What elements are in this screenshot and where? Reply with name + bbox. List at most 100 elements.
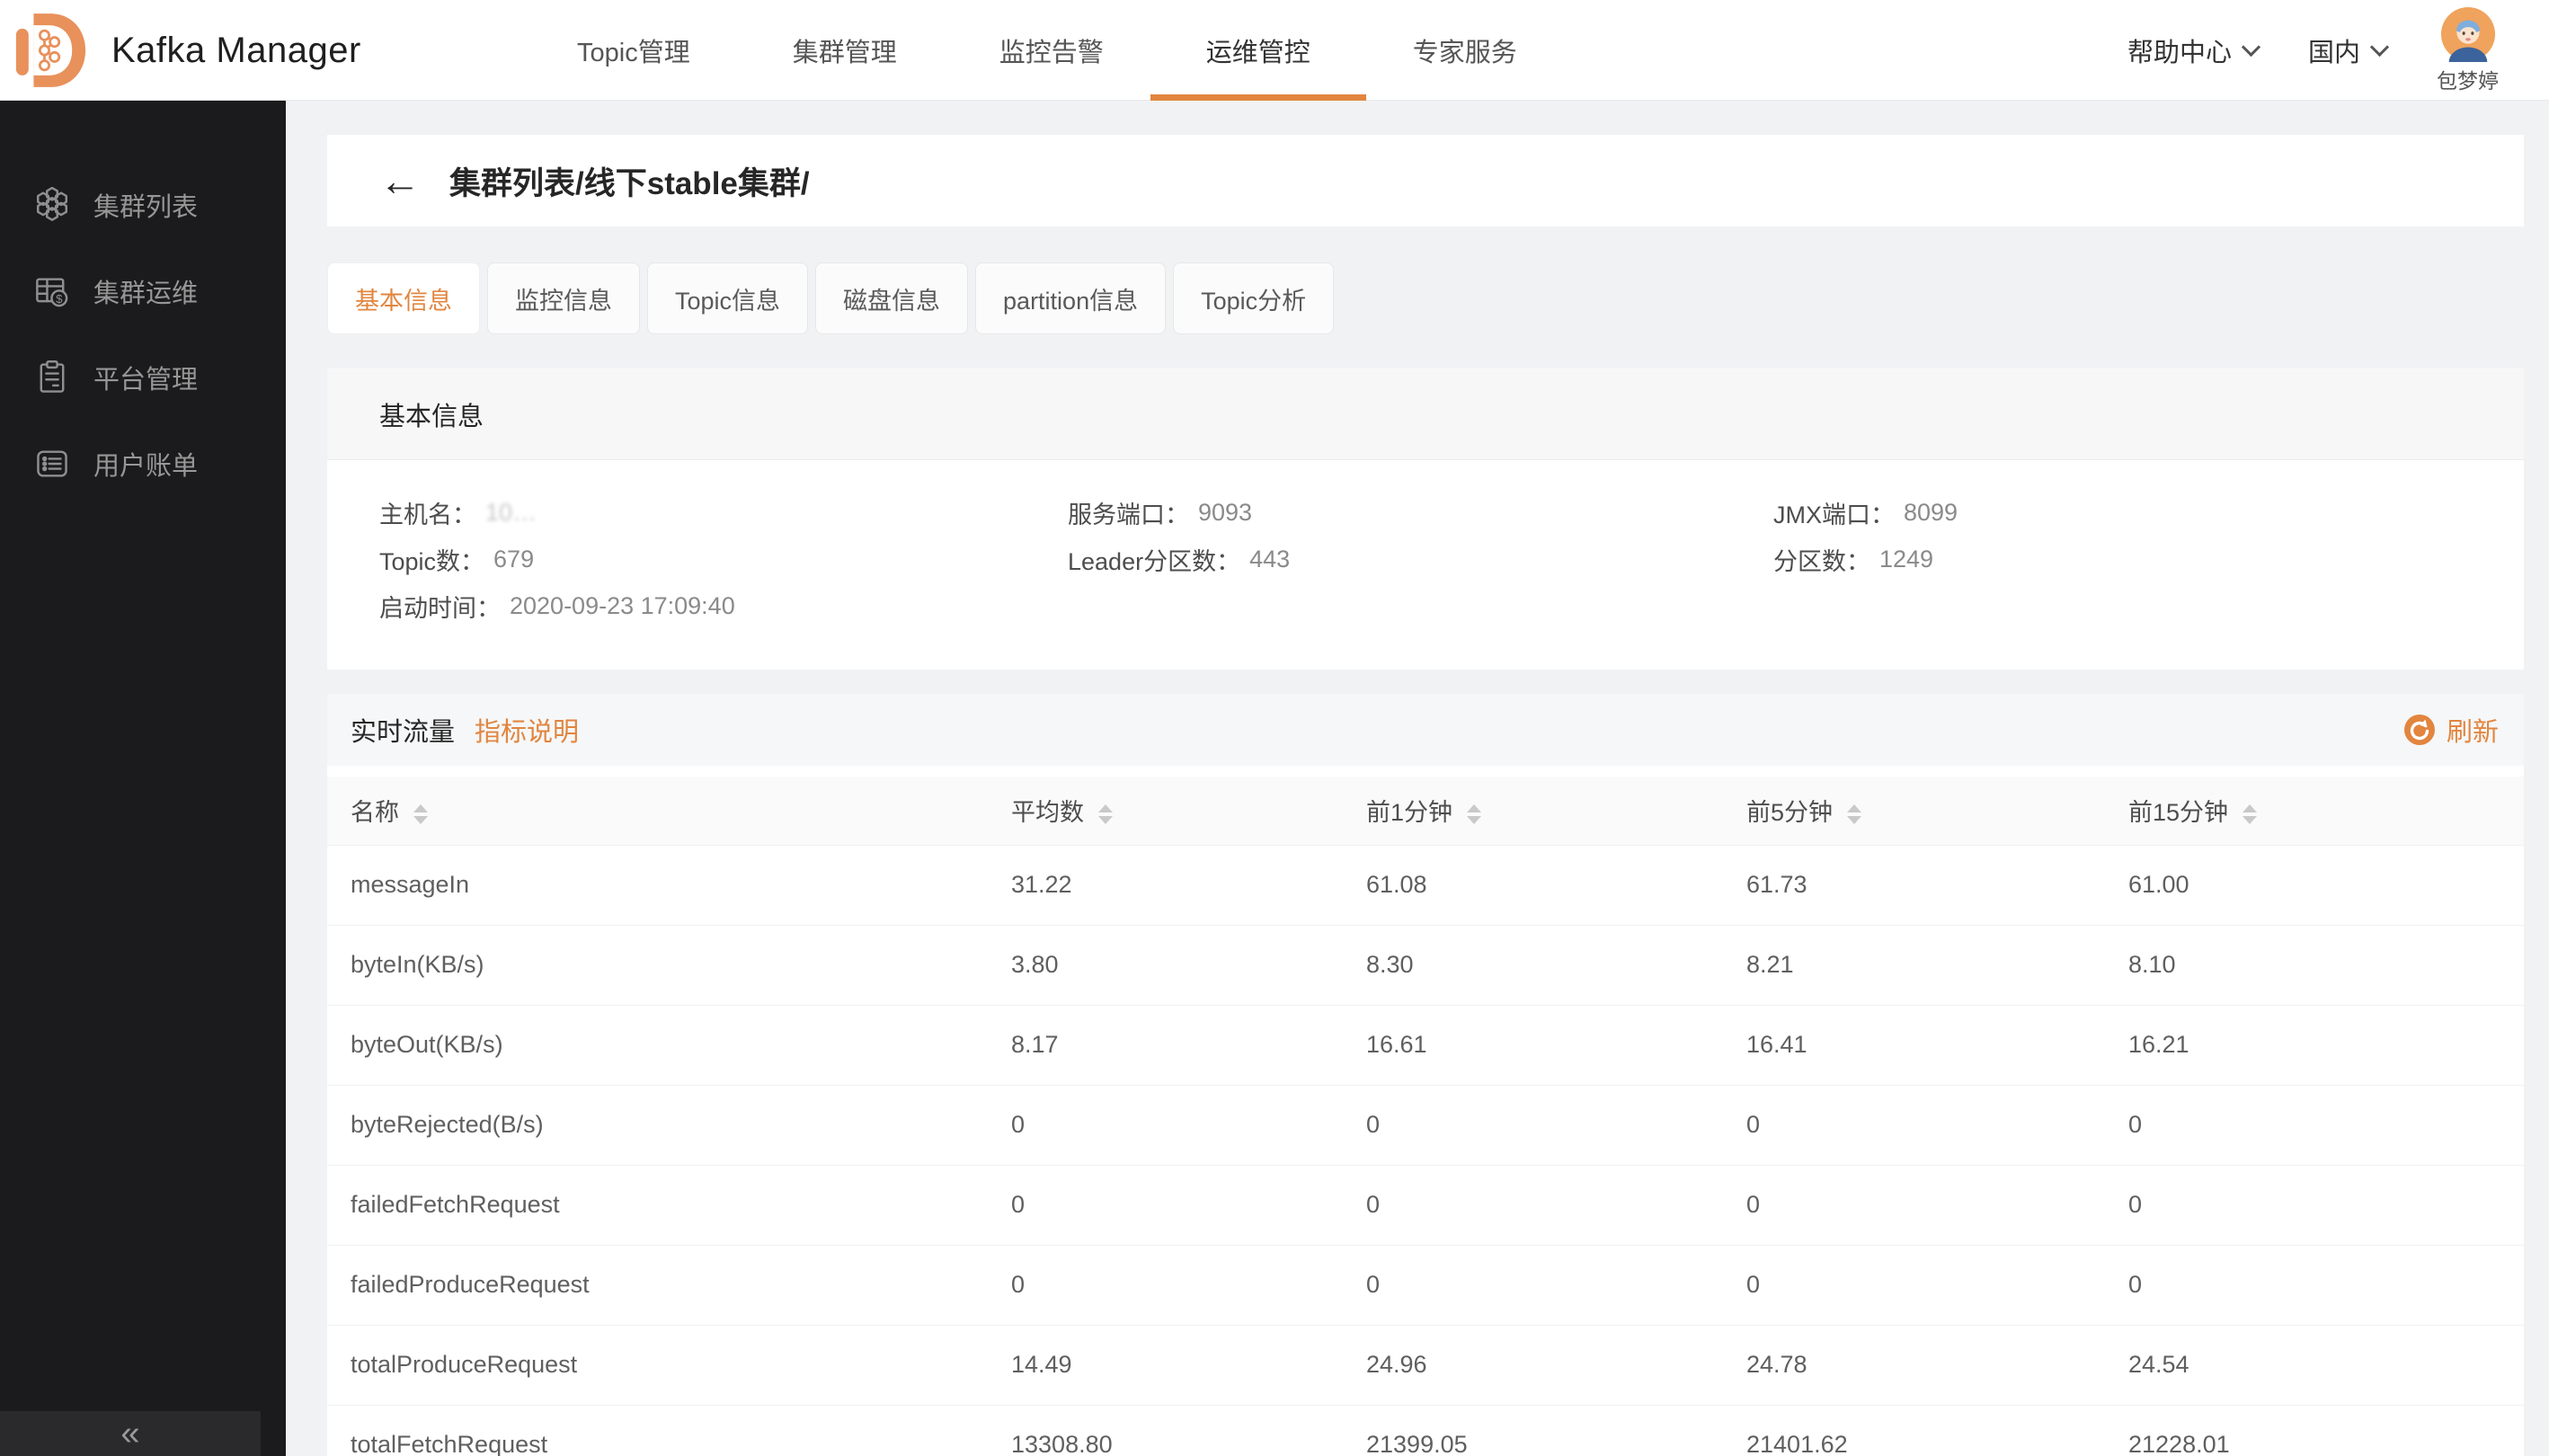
metric-name-cell: messageIn xyxy=(327,845,988,925)
active-nav-underline xyxy=(1150,94,1366,101)
field-value: 10… xyxy=(485,499,537,527)
username: 包梦婷 xyxy=(2437,64,2499,94)
info-field: Topic数：679 xyxy=(379,536,1068,582)
help-center-menu[interactable]: 帮助中心 xyxy=(2127,31,2258,69)
metric-value-cell: 0 xyxy=(988,1085,1343,1165)
basic-info-card: 基本信息 主机名：10…服务端口：9093JMX端口：8099Topic数：67… xyxy=(327,368,2524,670)
field-label: 分区数： xyxy=(1773,542,1870,577)
realtime-flow-header: 实时流量 指标说明 刷新 xyxy=(327,694,2524,766)
column-header-label: 前15分钟 xyxy=(2128,799,2228,826)
region-select[interactable]: 国内 xyxy=(2308,31,2386,69)
svg-text:$: $ xyxy=(56,292,63,306)
sidebar-menu: 集群列表 $集群运维 平台管理 用户账单 xyxy=(0,101,286,489)
metric-value-cell: 0 xyxy=(2105,1085,2524,1165)
sidebar-item-cluster-list[interactable]: 集群列表 xyxy=(0,180,286,230)
column-header[interactable]: 平均数 xyxy=(988,777,1343,845)
back-arrow-button[interactable]: ← xyxy=(379,160,421,201)
list-icon xyxy=(34,446,70,482)
metric-value-cell: 16.21 xyxy=(2105,1005,2524,1085)
tab-label: partition信息 xyxy=(1003,281,1138,316)
tab-monitor-info[interactable]: 监控信息 xyxy=(487,262,640,334)
metric-value-cell: 0 xyxy=(1343,1085,1723,1165)
table-row: totalFetchRequest13308.8021399.0521401.6… xyxy=(327,1405,2524,1456)
brand: Kafka Manager xyxy=(14,7,361,93)
refresh-button[interactable]: 刷新 xyxy=(2403,711,2499,749)
column-header-label: 前5分钟 xyxy=(1746,799,1833,826)
table-row: byteIn(KB/s)3.808.308.218.10 xyxy=(327,925,2524,1005)
nav-item-expert-service[interactable]: 专家服务 xyxy=(1362,0,1568,101)
metric-value-cell: 8.10 xyxy=(2105,925,2524,1005)
app-title: Kafka Manager xyxy=(111,31,361,71)
sidebar-collapse-button[interactable]: « xyxy=(0,1411,261,1456)
chevron-down-icon xyxy=(2242,37,2260,56)
sidebar-item-label: 平台管理 xyxy=(93,359,198,396)
help-center-label: 帮助中心 xyxy=(2127,31,2232,69)
nav-item-cluster-management[interactable]: 集群管理 xyxy=(742,0,948,101)
tab-label: 监控信息 xyxy=(515,281,612,316)
metric-value-cell: 0 xyxy=(1723,1165,2105,1245)
sort-asc-icon xyxy=(1467,804,1481,812)
user-menu[interactable]: 包梦婷 xyxy=(2437,6,2499,94)
primary-nav: Topic管理集群管理 监控告警 运维管控 专家服务 xyxy=(526,0,1568,101)
column-header[interactable]: 前1分钟 xyxy=(1343,777,1723,845)
column-header-label: 前1分钟 xyxy=(1366,799,1452,826)
metric-value-cell: 61.00 xyxy=(2105,845,2524,925)
sort-desc-icon xyxy=(2243,816,2257,824)
refresh-icon xyxy=(2403,714,2436,746)
column-header[interactable]: 前15分钟 xyxy=(2105,777,2524,845)
metric-name-cell: byteOut(KB/s) xyxy=(327,1005,988,1085)
nav-item-ops-control[interactable]: 运维管控 xyxy=(1155,0,1362,101)
chevron-down-icon xyxy=(2370,37,2389,56)
tab-topic-analysis[interactable]: Topic分析 xyxy=(1173,262,1334,334)
tab-topic-info[interactable]: Topic信息 xyxy=(647,262,808,334)
metric-value-cell: 0 xyxy=(2105,1165,2524,1245)
basic-info-title: 基本信息 xyxy=(379,395,484,433)
field-value: 8099 xyxy=(1904,499,1958,527)
table-row: totalProduceRequest14.4924.9624.7824.54 xyxy=(327,1325,2524,1405)
column-header[interactable]: 前5分钟 xyxy=(1723,777,2105,845)
basic-info-card-header: 基本信息 xyxy=(327,368,2524,460)
table-dollar-icon: $ xyxy=(34,273,70,309)
nav-item-label: 专家服务 xyxy=(1413,31,1517,69)
column-header[interactable]: 名称 xyxy=(327,777,988,845)
column-header-label: 名称 xyxy=(351,799,399,826)
basic-info-fields: 主机名：10…服务端口：9093JMX端口：8099Topic数：679Lead… xyxy=(327,460,2524,670)
sort-carets-icon xyxy=(413,804,428,824)
metric-value-cell: 0 xyxy=(1343,1165,1723,1245)
tab-basic-info[interactable]: 基本信息 xyxy=(327,262,480,334)
realtime-flow-card: 实时流量 指标说明 刷新 名称 平均数前1分钟 前5分钟 前15分钟 xyxy=(327,694,2524,1456)
metric-value-cell: 61.08 xyxy=(1343,845,1723,925)
divider xyxy=(327,766,2524,777)
breadcrumb: 集群列表/线下stable集群/ xyxy=(449,158,810,204)
tab-disk-info[interactable]: 磁盘信息 xyxy=(815,262,968,334)
table-row: failedFetchRequest0000 xyxy=(327,1165,2524,1245)
metric-value-cell: 16.41 xyxy=(1723,1005,2105,1085)
field-label: 服务端口： xyxy=(1068,495,1189,530)
nav-item-monitor-alert[interactable]: 监控告警 xyxy=(948,0,1155,101)
sidebar-item-cluster-ops[interactable]: $集群运维 xyxy=(0,266,286,316)
tab-partition-info[interactable]: partition信息 xyxy=(975,262,1166,334)
metric-description-link[interactable]: 指标说明 xyxy=(475,711,579,749)
metric-value-cell: 0 xyxy=(1723,1245,2105,1325)
info-field: JMX端口： 8099 xyxy=(1773,489,2524,536)
clipboard-icon xyxy=(34,360,70,395)
detail-tabs: 基本信息监控信息 Topic信息磁盘信息 partition信息 Topic分析 xyxy=(327,262,2524,334)
sidebar-item-label: 集群列表 xyxy=(93,186,198,224)
field-label: JMX端口： xyxy=(1773,495,1895,530)
metric-value-cell: 21401.62 xyxy=(1723,1405,2105,1456)
metric-value-cell: 8.21 xyxy=(1723,925,2105,1005)
table-row: failedProduceRequest0000 xyxy=(327,1245,2524,1325)
sidebar-item-platform-admin[interactable]: 平台管理 xyxy=(0,352,286,403)
sort-desc-icon xyxy=(1847,816,1861,824)
tab-label: 磁盘信息 xyxy=(843,281,940,316)
metric-value-cell: 13308.80 xyxy=(988,1405,1343,1456)
info-field: 分区数：1249 xyxy=(1773,536,2524,582)
info-field: Leader分区数：443 xyxy=(1068,536,1773,582)
nav-item-topic-management[interactable]: Topic管理 xyxy=(526,0,742,101)
sidebar-item-user-billing[interactable]: 用户账单 xyxy=(0,439,286,489)
metric-value-cell: 21228.01 xyxy=(2105,1405,2524,1456)
kafka-manager-logo-icon xyxy=(14,10,86,91)
nav-item-label: 监控告警 xyxy=(999,31,1104,69)
realtime-flow-title: 实时流量 xyxy=(351,711,455,749)
info-field: 启动时间：2020-09-23 17:09:40 xyxy=(379,582,1068,629)
